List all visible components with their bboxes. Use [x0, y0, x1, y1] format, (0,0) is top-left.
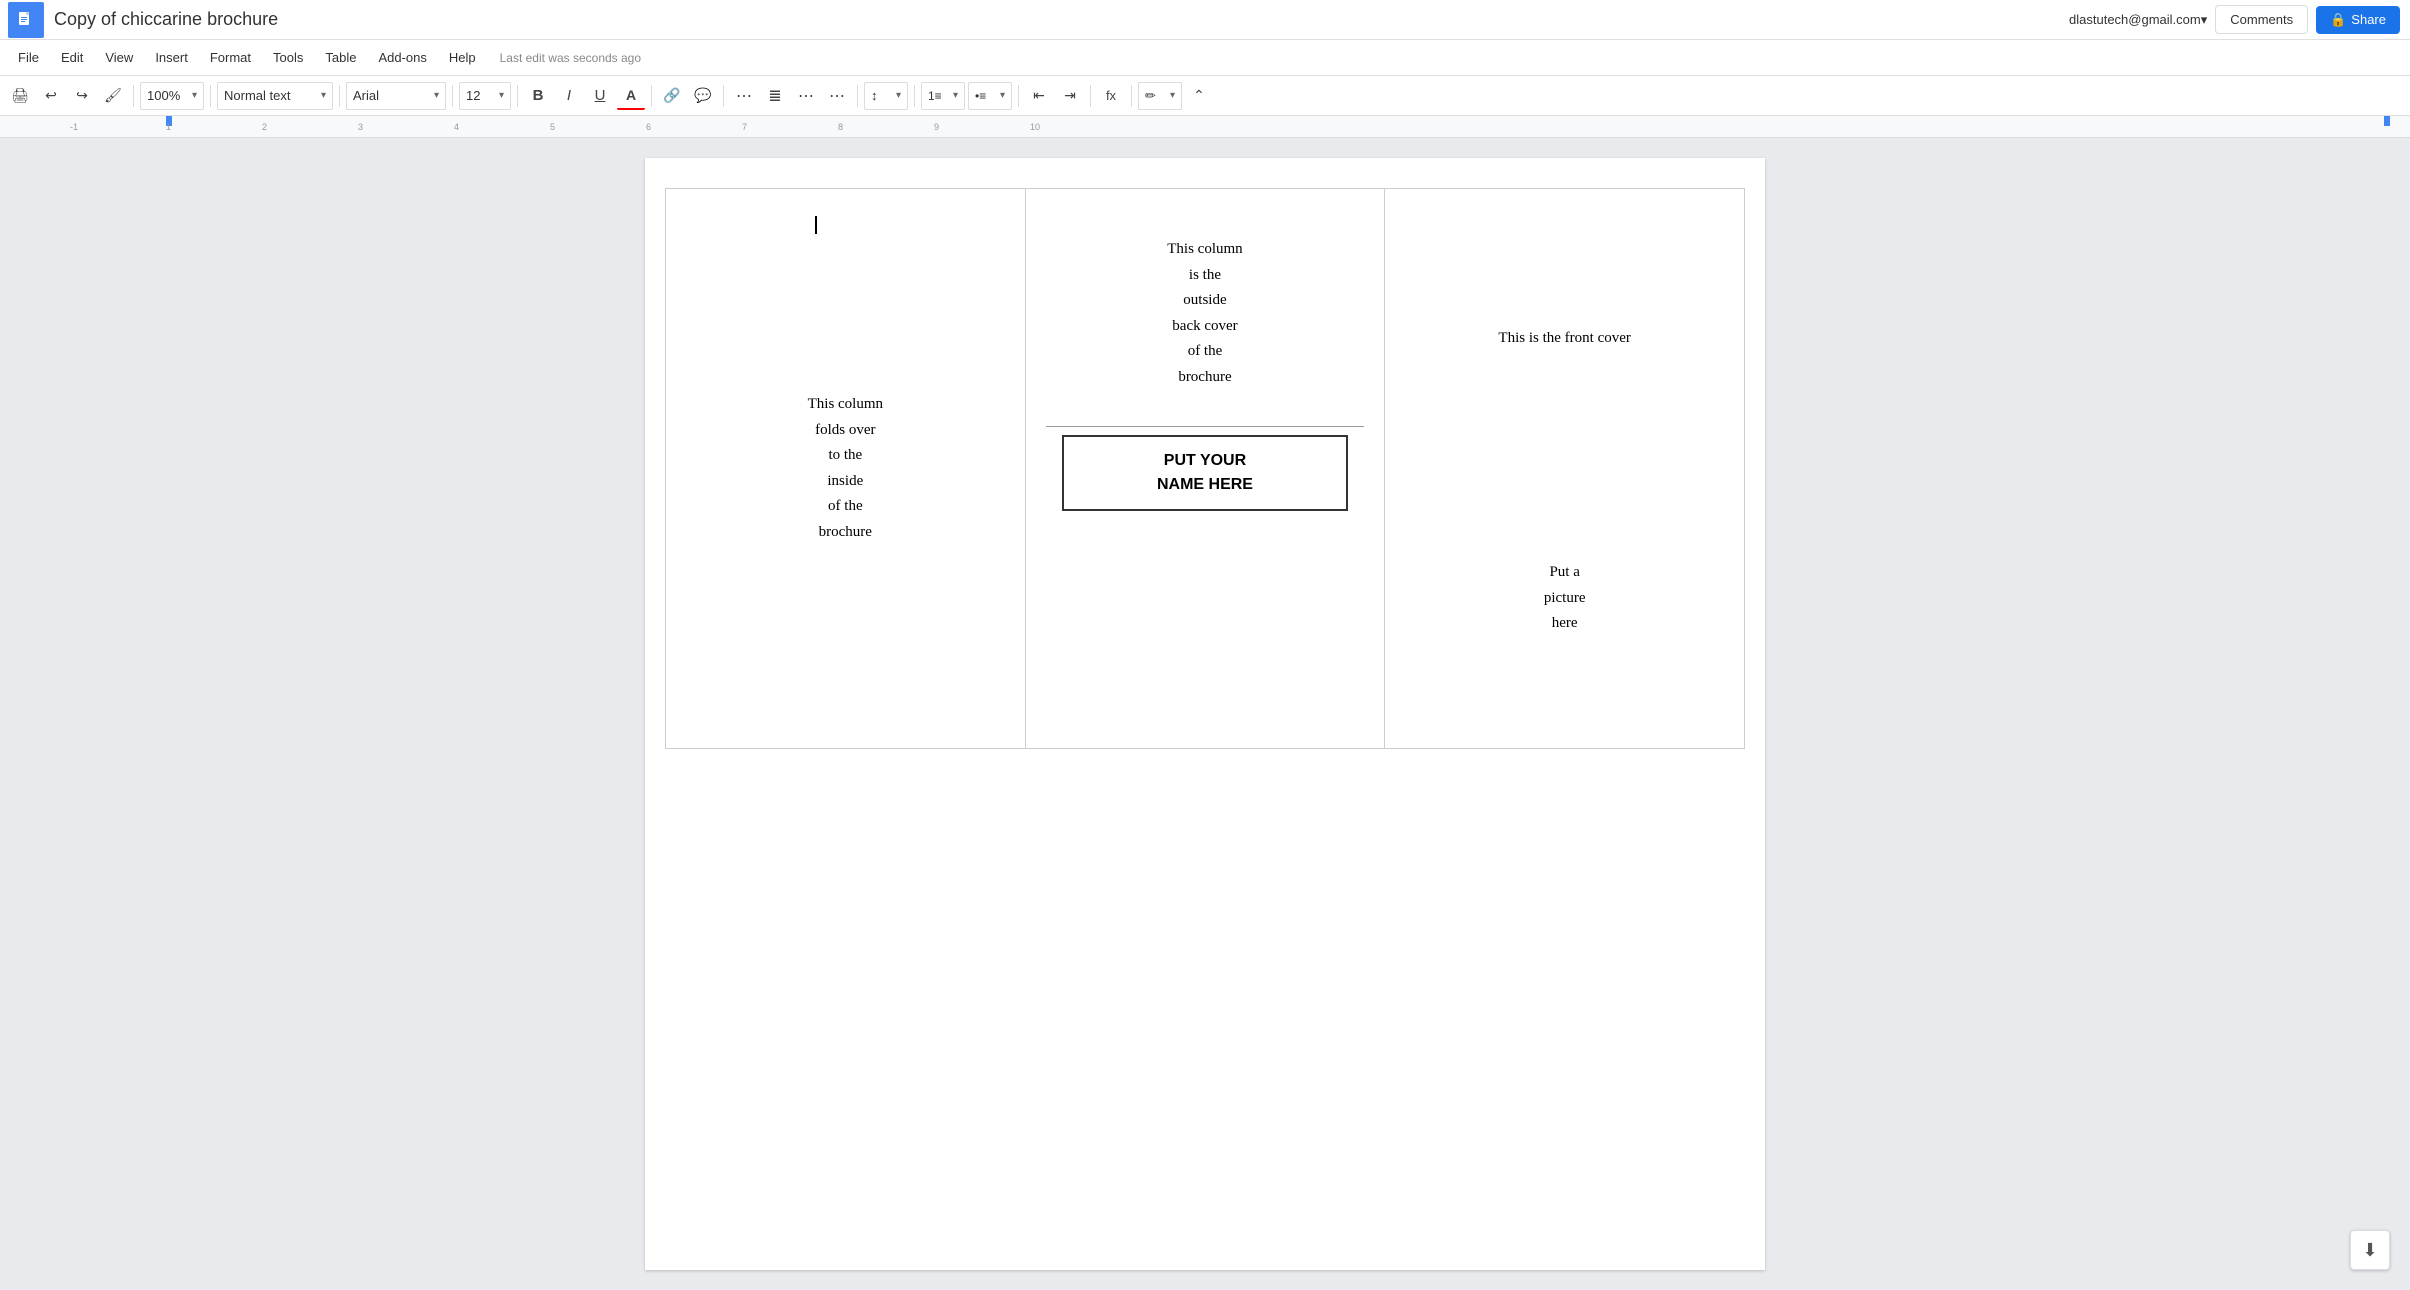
table-cell-col1[interactable]: This column folds over to the inside of …: [666, 189, 1026, 749]
brochure-table[interactable]: This column folds over to the inside of …: [665, 188, 1745, 749]
ruler-mark-5: 5: [550, 122, 555, 132]
underline-button[interactable]: U: [586, 82, 614, 110]
col3-front-cover-text: This is the front cover: [1405, 209, 1724, 469]
col1-text-content: This column folds over to the inside of …: [686, 209, 1005, 728]
col2-top-text: This column is the outside back cover of…: [1167, 209, 1242, 418]
table-cell-col3[interactable]: This is the front cover Put a picture he…: [1385, 189, 1745, 749]
ruler-mark-6: 6: [646, 122, 651, 132]
font-dropdown[interactable]: Arial ▾: [346, 82, 446, 110]
menu-insert[interactable]: Insert: [145, 46, 198, 69]
style-dropdown[interactable]: Normal text ▾: [217, 82, 333, 110]
separator-7: [723, 85, 724, 107]
separator-4: [452, 85, 453, 107]
pen-dropdown[interactable]: ✏ ▾: [1138, 82, 1182, 110]
menu-file[interactable]: File: [8, 46, 49, 69]
paint-format-button[interactable]: 🖌: [99, 82, 127, 110]
zoom-dropdown[interactable]: 100% ▾: [140, 82, 204, 110]
col3-picture-text: Put a picture here: [1405, 469, 1724, 729]
comment-button[interactable]: 💬: [689, 82, 717, 110]
ruler-mark-4: 4: [454, 122, 459, 132]
ruler-mark-10: 10: [1030, 122, 1040, 132]
user-email[interactable]: dlastutech@gmail.com▾: [2069, 12, 2207, 28]
table-row: This column folds over to the inside of …: [666, 189, 1745, 749]
link-button[interactable]: 🔗: [658, 82, 686, 110]
col1-text: This column folds over to the inside of …: [808, 392, 883, 545]
font-size-dropdown[interactable]: 12 ▾: [459, 82, 511, 110]
document-title[interactable]: Copy of chiccarine brochure: [54, 9, 2348, 30]
title-bar: Copy of chiccarine brochure ★ 📁 dlastute…: [0, 0, 2410, 40]
collapse-toolbar-button[interactable]: ⌃: [1185, 82, 1213, 110]
menu-format[interactable]: Format: [200, 46, 261, 69]
undo-button[interactable]: ↩: [37, 82, 65, 110]
document-area[interactable]: This column folds over to the inside of …: [0, 138, 2410, 1290]
line-spacing-dropdown[interactable]: ↕ ▾: [864, 82, 908, 110]
col2-divider: [1046, 426, 1365, 427]
ruler-mark-neg1: -1: [70, 122, 78, 132]
toolbar: 🖨 ↩ ↪ 🖌 100% ▾ Normal text ▾ Arial ▾ 12 …: [0, 76, 2410, 116]
col3-content: This is the front cover Put a picture he…: [1405, 209, 1724, 728]
ruler-mark-2: 2: [262, 122, 267, 132]
align-right-button[interactable]: ⋯: [792, 82, 820, 110]
redo-button[interactable]: ↪: [68, 82, 96, 110]
ruler-mark-7: 7: [742, 122, 747, 132]
separator-11: [1090, 85, 1091, 107]
separator-6: [651, 85, 652, 107]
text-cursor: [815, 216, 817, 234]
formula-button[interactable]: fx: [1097, 82, 1125, 110]
separator-9: [914, 85, 915, 107]
indent-less-button[interactable]: ⇤: [1025, 82, 1053, 110]
name-line2: NAME HERE: [1084, 473, 1327, 497]
menu-bar: File Edit View Insert Format Tools Table…: [0, 40, 2410, 76]
menu-view[interactable]: View: [95, 46, 143, 69]
align-left-button[interactable]: ⋯: [730, 82, 758, 110]
menu-table[interactable]: Table: [315, 46, 366, 69]
numbered-list-dropdown[interactable]: 1≡ ▾: [921, 82, 965, 110]
indent-more-button[interactable]: ⇥: [1056, 82, 1084, 110]
separator-3: [339, 85, 340, 107]
ruler-right-handle[interactable]: [2384, 116, 2390, 126]
ruler-mark-8: 8: [838, 122, 843, 132]
print-button[interactable]: 🖨: [6, 82, 34, 110]
menu-addons[interactable]: Add-ons: [368, 46, 436, 69]
bullet-list-dropdown[interactable]: •≡ ▾: [968, 82, 1012, 110]
size-dropdown-arrow: ▾: [499, 90, 504, 101]
separator-2: [210, 85, 211, 107]
last-edit-status: Last edit was seconds ago: [500, 51, 641, 65]
separator-8: [857, 85, 858, 107]
zoom-dropdown-arrow: ▾: [192, 90, 197, 101]
ruler: -1 1 2 3 4 5 6 7 8 9 10: [0, 116, 2410, 138]
app-icon[interactable]: [8, 2, 44, 38]
align-justify-button[interactable]: ⋯: [823, 82, 851, 110]
text-color-button[interactable]: A: [617, 82, 645, 110]
italic-button[interactable]: I: [555, 82, 583, 110]
col2-content: This column is the outside back cover of…: [1046, 209, 1365, 728]
smart-compose-button[interactable]: ⬇: [2350, 1230, 2390, 1270]
style-dropdown-arrow: ▾: [321, 90, 326, 101]
comments-button[interactable]: Comments: [2215, 5, 2308, 34]
name-line1: PUT YOUR: [1084, 449, 1327, 473]
menu-edit[interactable]: Edit: [51, 46, 93, 69]
lock-icon: 🔒: [2330, 12, 2346, 28]
document-page[interactable]: This column folds over to the inside of …: [645, 158, 1765, 1270]
menu-tools[interactable]: Tools: [263, 46, 313, 69]
ruler-mark-1: 1: [166, 122, 171, 132]
separator-12: [1131, 85, 1132, 107]
font-dropdown-arrow: ▾: [434, 90, 439, 101]
menu-help[interactable]: Help: [439, 46, 486, 69]
ruler-mark-9: 9: [934, 122, 939, 132]
bold-button[interactable]: B: [524, 82, 552, 110]
table-cell-col2[interactable]: This column is the outside back cover of…: [1025, 189, 1385, 749]
separator-1: [133, 85, 134, 107]
separator-5: [517, 85, 518, 107]
ruler-inner: -1 1 2 3 4 5 6 7 8 9 10: [70, 116, 2390, 137]
name-box[interactable]: PUT YOUR NAME HERE: [1062, 435, 1349, 511]
align-center-button[interactable]: ≣: [761, 82, 789, 110]
separator-10: [1018, 85, 1019, 107]
top-right-actions: dlastutech@gmail.com▾ Comments 🔒 Share: [2069, 0, 2400, 39]
share-button[interactable]: 🔒 Share: [2316, 6, 2400, 34]
ruler-mark-3: 3: [358, 122, 363, 132]
